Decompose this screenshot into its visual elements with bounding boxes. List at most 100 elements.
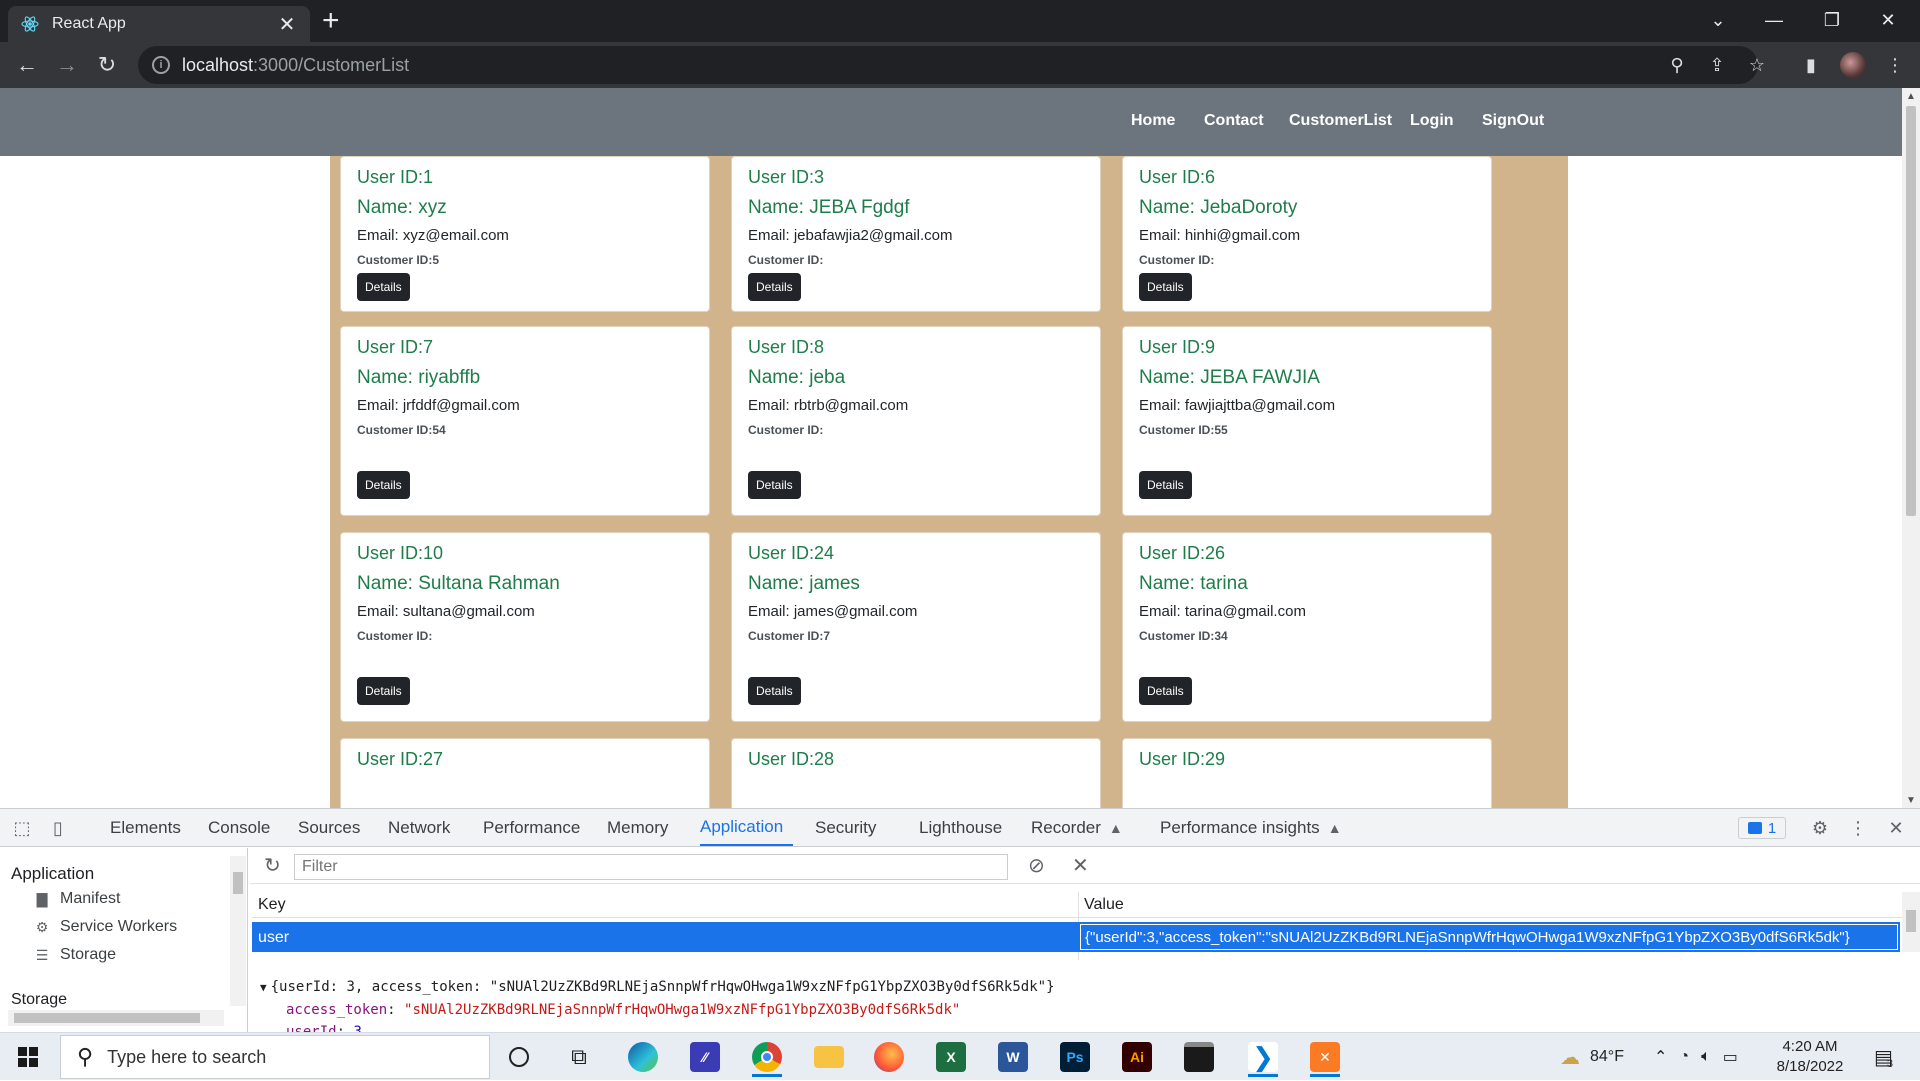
task-view-icon[interactable]: ⧉ bbox=[556, 1037, 602, 1077]
firefox-icon[interactable] bbox=[866, 1037, 912, 1077]
nav-contact-link[interactable]: Contact bbox=[1204, 112, 1264, 130]
chrome-icon[interactable] bbox=[744, 1037, 790, 1077]
notifications-button[interactable]: ▤ 3 bbox=[1874, 1033, 1893, 1081]
row-value[interactable]: {"userId":3,"access_token":"sNUAl2UzZKBd… bbox=[1080, 924, 1898, 950]
details-button[interactable]: Details bbox=[357, 471, 410, 499]
settings-gear-icon[interactable]: ⚙ bbox=[1808, 817, 1832, 839]
photoshop-icon[interactable]: Ps bbox=[1052, 1037, 1098, 1077]
tab-performance-insights[interactable]: Performance insights ▲ bbox=[1160, 809, 1342, 846]
sidebar-item-service-workers[interactable]: ⚙ Service Workers bbox=[34, 918, 177, 936]
weather-widget[interactable]: ☁ 84°F bbox=[1560, 1033, 1624, 1081]
chrome-menu-icon[interactable]: ⋮ bbox=[1882, 52, 1908, 78]
nav-customerlist-link[interactable]: CustomerList bbox=[1289, 112, 1392, 130]
scroll-thumb[interactable] bbox=[1906, 106, 1916, 516]
column-key[interactable]: Key bbox=[258, 896, 286, 914]
scroll-down-icon[interactable]: ▼ bbox=[1902, 792, 1920, 808]
customer-card: User ID:24 Name: james Email: james@gmai… bbox=[731, 532, 1101, 722]
filter-input[interactable] bbox=[294, 854, 1008, 880]
volume-icon[interactable]: 🔈︎ bbox=[1701, 1048, 1711, 1066]
card-customer-id: Customer ID:5 bbox=[357, 253, 440, 267]
details-button[interactable]: Details bbox=[357, 273, 410, 301]
scroll-thumb[interactable] bbox=[233, 872, 243, 894]
xampp-icon[interactable]: ✕ bbox=[1302, 1037, 1348, 1077]
close-window-button[interactable]: ✕ bbox=[1862, 0, 1914, 40]
nav-login-link[interactable]: Login bbox=[1410, 112, 1454, 130]
show-hidden-icons-icon[interactable]: ⌃ bbox=[1654, 1047, 1667, 1067]
browser-tab[interactable]: React App ✕ bbox=[8, 6, 310, 42]
device-toolbar-icon[interactable]: ▯ bbox=[46, 817, 70, 839]
avatar[interactable] bbox=[1840, 52, 1866, 78]
row-key[interactable]: user bbox=[258, 929, 289, 947]
expand-triangle-icon[interactable]: ▼ bbox=[260, 981, 267, 994]
active-indicator bbox=[1248, 1074, 1278, 1077]
address-bar[interactable]: i localhost:3000/CustomerList ⚲ ⇪ ☆ bbox=[138, 46, 1765, 84]
details-button[interactable]: Details bbox=[1139, 471, 1192, 499]
new-tab-button[interactable]: + bbox=[322, 6, 340, 36]
reload-icon[interactable]: ↻ bbox=[92, 50, 122, 80]
tab-recorder[interactable]: Recorder ▲ bbox=[1031, 809, 1123, 846]
tab-performance[interactable]: Performance bbox=[483, 809, 580, 846]
scroll-thumb[interactable] bbox=[1906, 910, 1916, 932]
column-value[interactable]: Value bbox=[1084, 896, 1124, 914]
preview-summary-line[interactable]: ▼ {userId: 3, access_token: "sNUAl2UzZKBd… bbox=[260, 976, 1055, 999]
bookmark-star-icon[interactable]: ☆ bbox=[1746, 54, 1768, 76]
start-button[interactable] bbox=[0, 1033, 56, 1081]
details-button[interactable]: Details bbox=[1139, 677, 1192, 705]
vscode-icon[interactable]: ❯ bbox=[1240, 1037, 1286, 1077]
tab-sources[interactable]: Sources bbox=[298, 809, 360, 846]
terminal-icon[interactable] bbox=[1176, 1037, 1222, 1077]
close-tab-icon[interactable]: ✕ bbox=[276, 12, 298, 37]
cortana-icon[interactable] bbox=[496, 1037, 542, 1077]
tab-security[interactable]: Security bbox=[815, 809, 876, 846]
sidebar-hscrollbar[interactable] bbox=[8, 1010, 224, 1026]
system-clock[interactable]: 4:20 AM 8/18/2022 bbox=[1760, 1037, 1860, 1077]
power-automate-icon[interactable]: ⁄⁄ bbox=[682, 1037, 728, 1077]
word-icon[interactable]: W bbox=[990, 1037, 1036, 1077]
zoom-icon[interactable]: ⚲ bbox=[1666, 54, 1688, 76]
sidebar-item-storage[interactable]: ☰ Storage bbox=[34, 946, 116, 964]
clear-all-icon[interactable]: ⊘ bbox=[1028, 853, 1045, 878]
details-button[interactable]: Details bbox=[357, 677, 410, 705]
refresh-icon[interactable]: ↻ bbox=[264, 853, 281, 878]
more-options-icon[interactable]: ⋮ bbox=[1846, 817, 1870, 839]
side-panel-icon[interactable]: ▮ bbox=[1798, 52, 1824, 78]
tab-lighthouse[interactable]: Lighthouse bbox=[919, 809, 1002, 846]
back-icon[interactable]: ← bbox=[12, 50, 42, 80]
details-button[interactable]: Details bbox=[748, 471, 801, 499]
tab-console[interactable]: Console bbox=[208, 809, 270, 846]
nav-signout-link[interactable]: SignOut bbox=[1482, 112, 1544, 130]
close-devtools-icon[interactable]: ✕ bbox=[1884, 817, 1908, 839]
site-info-icon[interactable]: i bbox=[152, 56, 170, 74]
nav-home-link[interactable]: Home bbox=[1131, 112, 1175, 130]
share-icon[interactable]: ⇪ bbox=[1706, 54, 1728, 76]
sidebar-scrollbar[interactable] bbox=[230, 856, 246, 1006]
page-scrollbar[interactable]: ▲ ▼ bbox=[1902, 88, 1920, 808]
scroll-up-icon[interactable]: ▲ bbox=[1902, 88, 1920, 104]
table-row[interactable]: user {"userId":3,"access_token":"sNUAl2U… bbox=[252, 922, 1900, 952]
file-icon: ▇ bbox=[36, 890, 48, 907]
details-button[interactable]: Details bbox=[748, 273, 801, 301]
illustrator-icon[interactable]: Ai bbox=[1114, 1037, 1160, 1077]
sidebar-item-manifest[interactable]: ▇ Manifest bbox=[34, 890, 121, 908]
wifi-icon[interactable]: ◔ bbox=[1679, 1048, 1689, 1066]
table-scrollbar[interactable] bbox=[1902, 892, 1920, 952]
tab-elements[interactable]: Elements bbox=[110, 809, 181, 846]
taskbar-search[interactable]: ⚲ Type here to search bbox=[60, 1035, 490, 1079]
forward-icon[interactable]: → bbox=[52, 50, 82, 80]
tab-search-icon[interactable]: ⌄ bbox=[1692, 0, 1744, 40]
scroll-thumb[interactable] bbox=[14, 1013, 200, 1023]
tab-application[interactable]: Application bbox=[700, 809, 794, 846]
restore-button[interactable]: ❐ bbox=[1806, 0, 1858, 40]
issues-badge[interactable]: 1 bbox=[1738, 817, 1786, 839]
details-button[interactable]: Details bbox=[748, 677, 801, 705]
tab-memory[interactable]: Memory bbox=[607, 809, 668, 846]
minimize-button[interactable]: — bbox=[1748, 0, 1800, 40]
excel-icon[interactable]: X bbox=[928, 1037, 974, 1077]
file-explorer-icon[interactable] bbox=[806, 1037, 852, 1077]
details-button[interactable]: Details bbox=[1139, 273, 1192, 301]
battery-icon[interactable]: ▭ bbox=[1723, 1047, 1738, 1067]
inspect-element-icon[interactable]: ⬚ bbox=[10, 817, 34, 839]
edge-icon[interactable] bbox=[620, 1037, 666, 1077]
tab-network[interactable]: Network bbox=[388, 809, 450, 846]
delete-selected-icon[interactable]: ✕ bbox=[1072, 853, 1089, 878]
